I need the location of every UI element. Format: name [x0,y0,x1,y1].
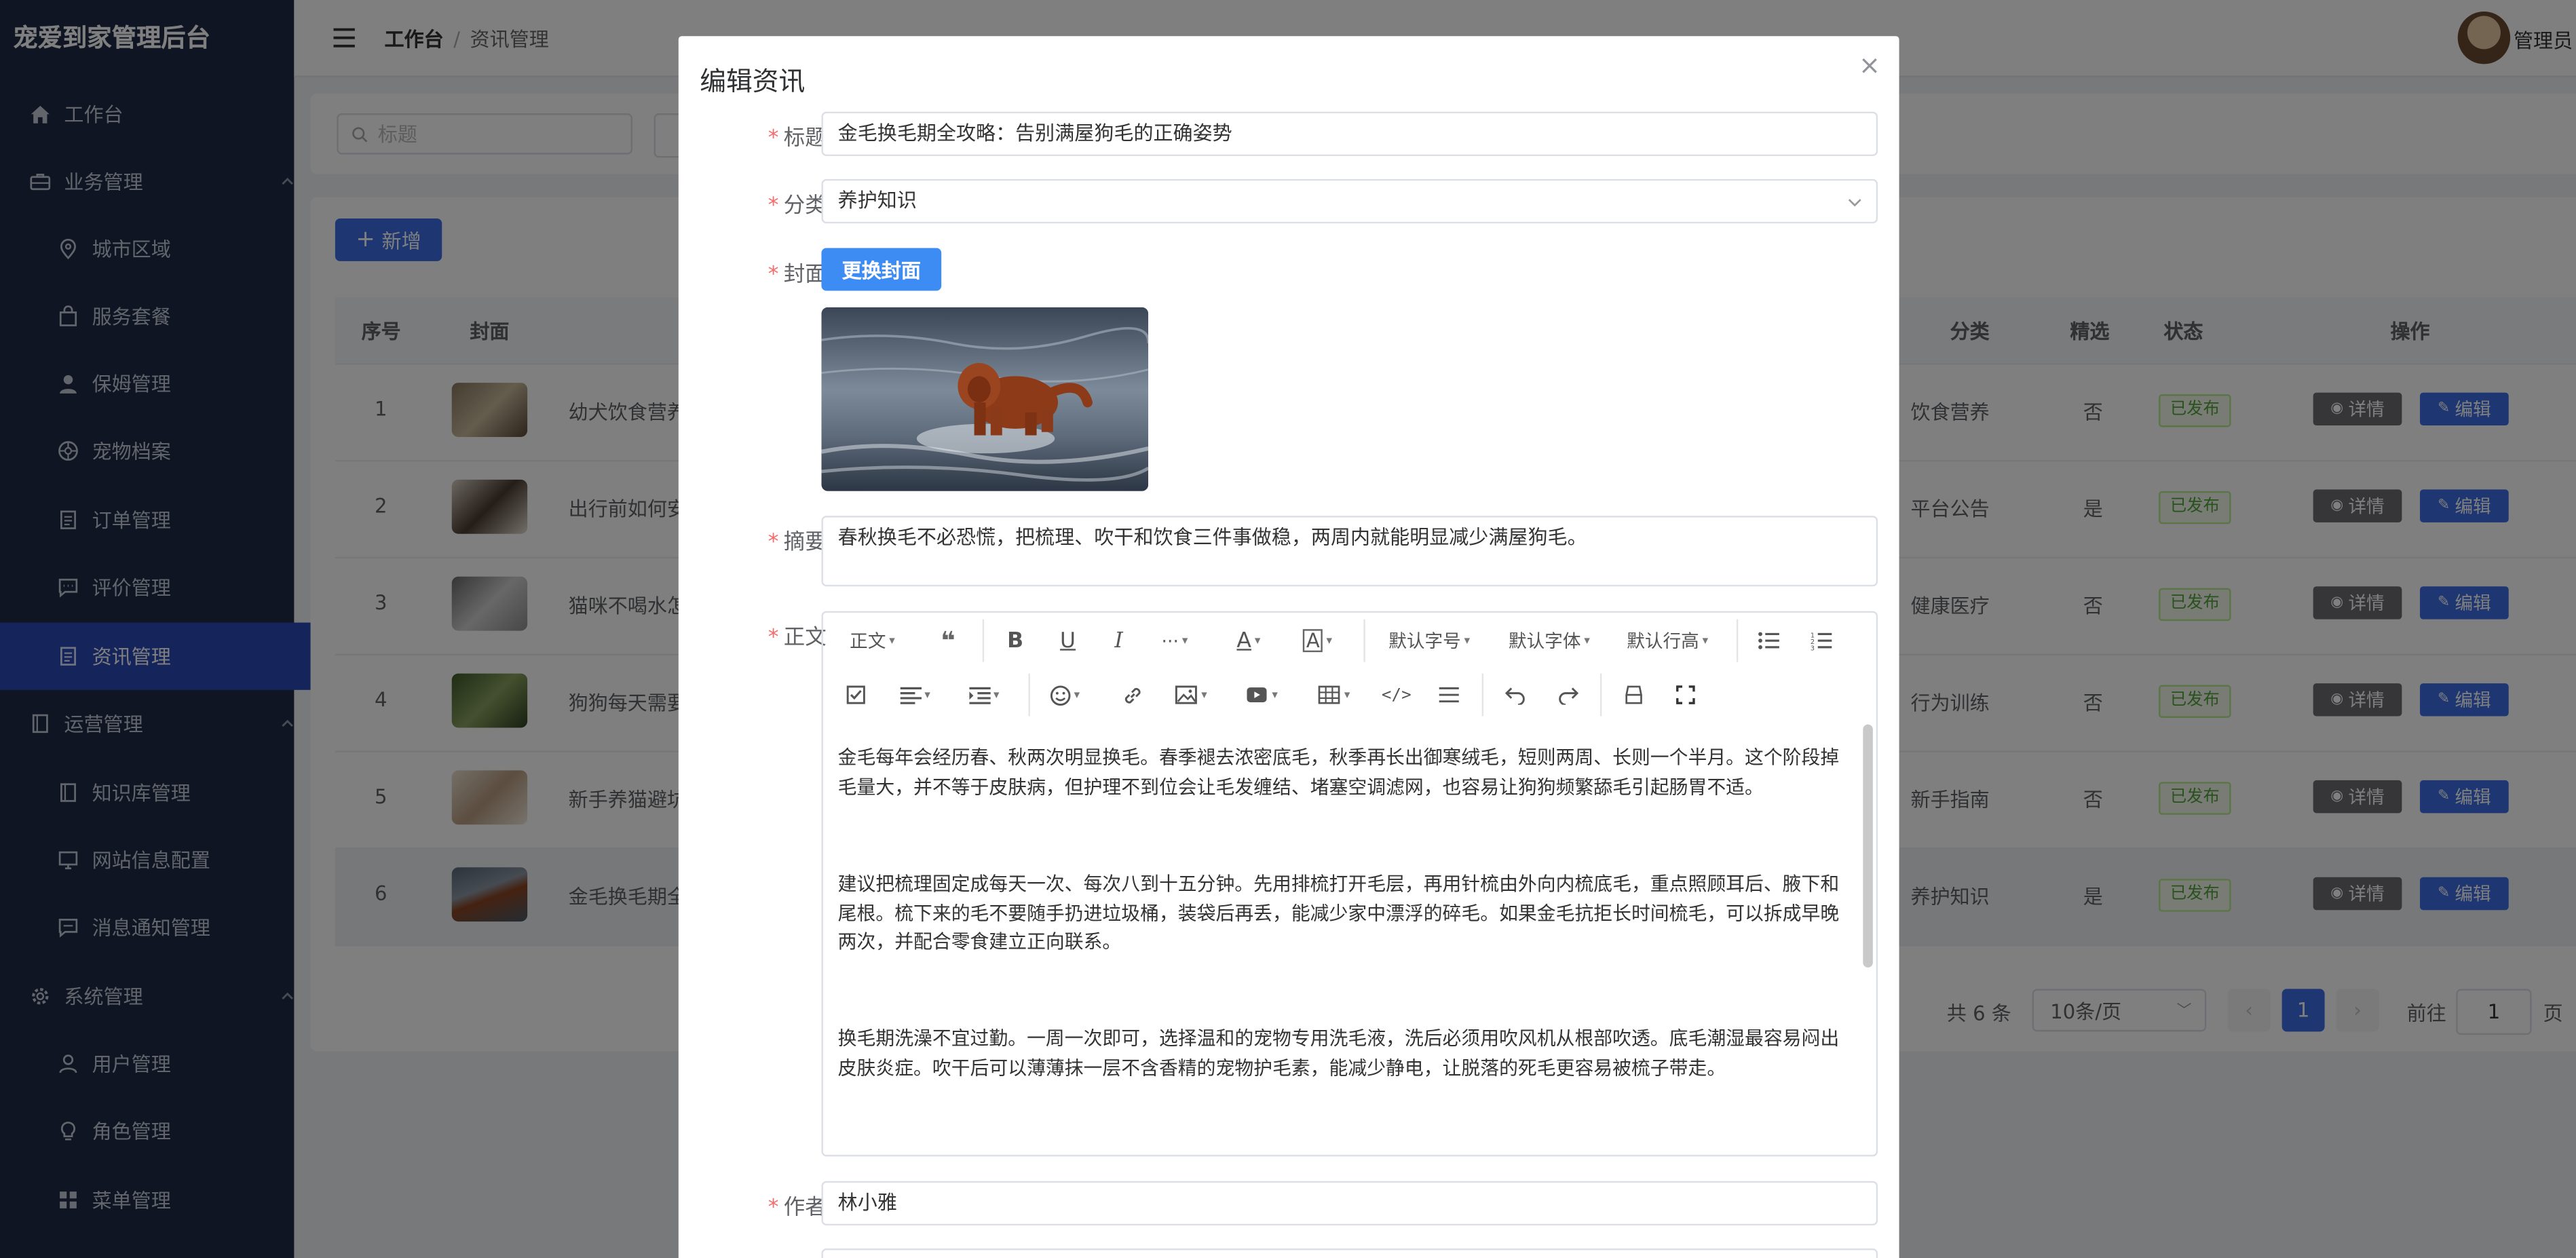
divider-icon[interactable] [1429,672,1469,718]
emoji-icon[interactable]: ▾ [1042,672,1088,718]
author-field-label: * 作者 [768,1196,827,1221]
font-color-icon[interactable]: A ▾ [1226,617,1272,664]
edit-news-dialog: 编辑资讯 * 标题 金毛换毛期全攻略：告别满屋狗毛的正确姿势 * 分类 养护知识 *… [678,36,1899,1258]
indent-icon[interactable]: ▾ [961,672,1007,718]
category-select[interactable]: 养护知识 [821,178,1878,224]
redo-icon[interactable] [1548,672,1587,718]
editor-paragraph: 金毛每年会经历春、秋两次明显换毛。春季褪去浓密底毛，秋季再长出御寒绒毛，短则两周… [837,746,1840,798]
underline-icon[interactable]: U [1048,617,1088,664]
more-styles-icon[interactable]: ··· ▾ [1150,617,1200,664]
title-field[interactable]: 金毛换毛期全攻略：告别满屋狗毛的正确姿势 [821,111,1878,156]
align-icon[interactable]: ▾ [892,672,939,718]
close-icon[interactable] [1859,56,1879,75]
quote-icon[interactable]: ❝ [928,617,968,664]
undo-icon[interactable] [1495,672,1534,718]
editor-paragraph: 换毛期洗澡不宜过勤。一周一次即可，选择温和的宠物专用洗毛液，洗后必须用吹风机从根… [837,1027,1840,1079]
fullscreen-icon[interactable] [1666,672,1705,718]
author-field[interactable]: 林小雅 [821,1181,1878,1226]
chevron-down-icon [1848,199,1861,207]
cover-field-label: * 封面 [768,263,827,288]
summary-textarea[interactable]: 春秋换毛不必恐慌，把梳理、吹干和饮食三件事做稳，两周内就能明显减少满屋狗毛。 [821,516,1878,587]
editor-paragraph: 建议把梳理固定成每天一次、每次八到十五分钟。先用排梳打开毛层，再用针梳由外向内梳… [837,872,1840,953]
table-icon[interactable]: ▾ [1311,672,1357,718]
todo-icon[interactable] [836,672,875,718]
paragraph-style-dropdown[interactable]: 正文 ▾ [839,617,905,664]
background-color-icon[interactable]: A ▾ [1295,617,1341,664]
body-field-label: * 正文 [768,626,827,651]
category-select-value: 养护知识 [837,189,917,212]
link-icon[interactable] [1112,672,1152,718]
editor-content[interactable]: 金毛每年会经历春、秋两次明显换毛。春季褪去浓密底毛，秋季再长出御寒绒毛，短则两周… [823,721,1857,1155]
code-icon[interactable]: </> [1377,672,1416,718]
editor-scrollbar[interactable] [1863,724,1873,968]
summary-field-label: * 摘要 [768,530,827,556]
bold-icon[interactable]: B [996,617,1035,664]
numbered-list-icon[interactable]: 123 [1802,617,1842,664]
change-cover-button[interactable]: 更换封面 [821,248,942,291]
bullet-list-icon[interactable] [1749,617,1789,664]
svg-text:3: 3 [1811,645,1815,651]
clear-format-icon[interactable] [1613,672,1652,718]
cover-image [821,307,1149,491]
italic-icon[interactable]: I [1099,617,1139,664]
dialog-title: 编辑资讯 [700,65,806,97]
cover-image-dog-in-water [821,307,1149,491]
line-height-dropdown[interactable]: 默认行高 ▾ [1618,617,1717,664]
rich-text-editor: 正文 ▾ ❝ B U I ··· ▾ A ▾ A ▾ 默认字号 ▾ 默认字体 ▾ 默认行高 ▾… [821,611,1878,1157]
image-icon[interactable]: ▾ [1168,672,1214,718]
next-field[interactable] [821,1248,1878,1258]
video-icon[interactable]: ▾ [1238,672,1285,718]
title-field-label: * 标题 [768,126,827,151]
category-field-label: * 分类 [768,193,827,218]
font-size-dropdown[interactable]: 默认字号 ▾ [1380,617,1479,664]
font-family-dropdown[interactable]: 默认字体 ▾ [1500,617,1598,664]
